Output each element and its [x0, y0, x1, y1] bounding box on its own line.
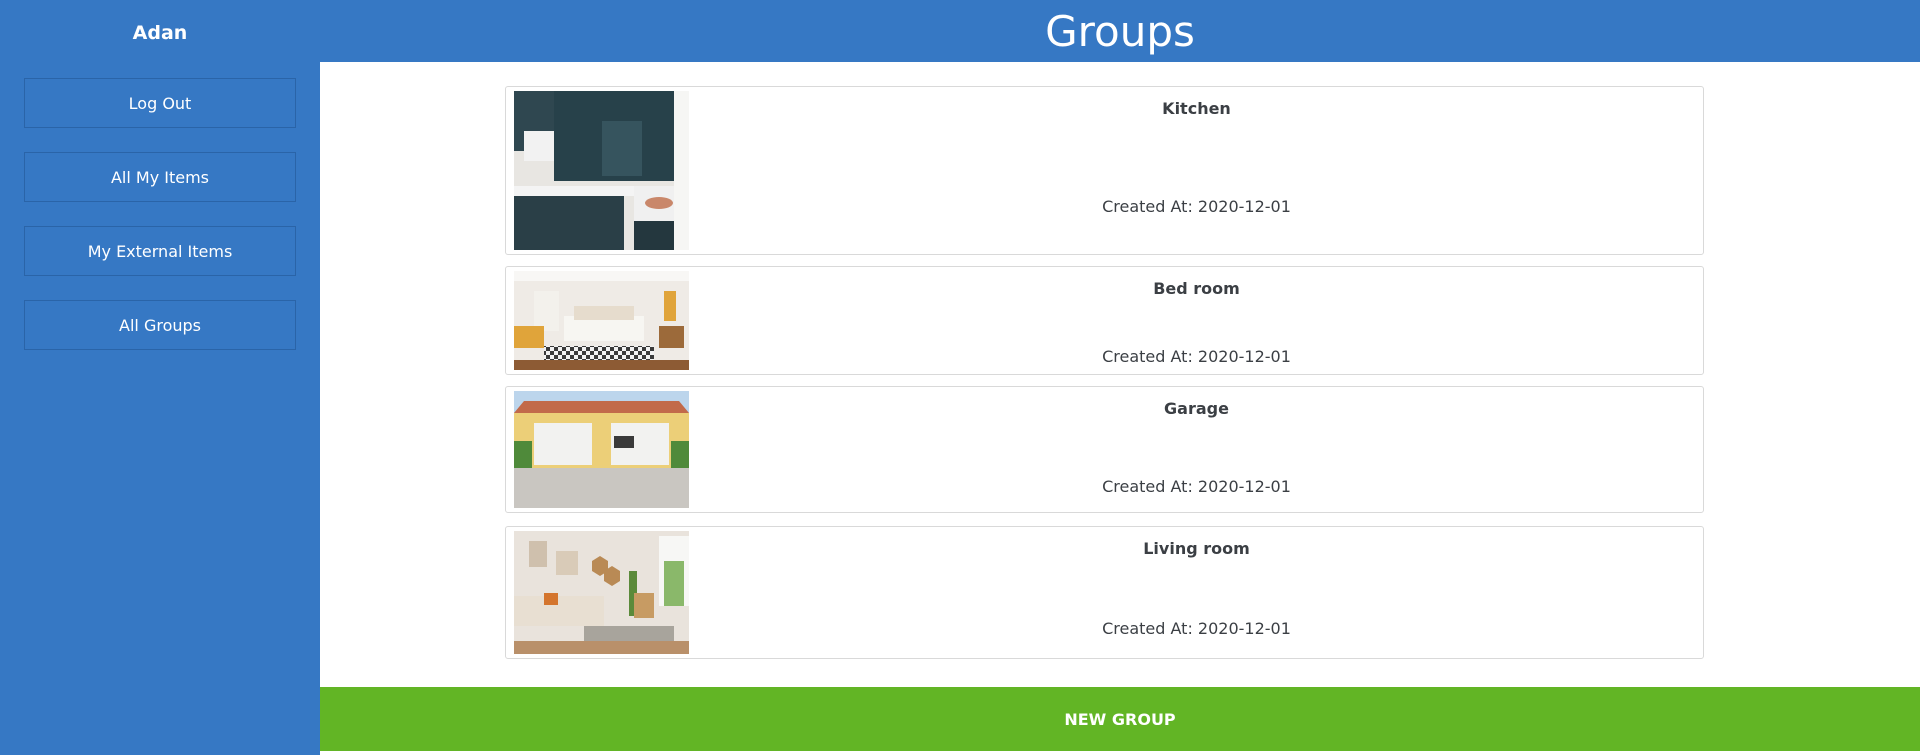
group-card-bed-room[interactable]: Bed room Created At: 2020-12-01	[505, 266, 1704, 375]
new-group-button[interactable]: NEW GROUP	[320, 687, 1920, 751]
bedroom-photo	[514, 271, 689, 370]
group-name: Living room	[1143, 539, 1250, 558]
group-card-living-room[interactable]: Living room Created At: 2020-12-01	[505, 526, 1704, 659]
all-my-items-button[interactable]: All My Items	[24, 152, 296, 202]
group-created-at: Created At: 2020-12-01	[1102, 197, 1291, 216]
group-created-at: Created At: 2020-12-01	[1102, 477, 1291, 496]
group-created-at: Created At: 2020-12-01	[1102, 347, 1291, 366]
living-room-photo	[514, 531, 689, 654]
all-groups-button[interactable]: All Groups	[24, 300, 296, 350]
group-card-garage[interactable]: Garage Created At: 2020-12-01	[505, 386, 1704, 513]
my-external-items-button[interactable]: My External Items	[24, 226, 296, 276]
group-name: Bed room	[1153, 279, 1240, 298]
user-name: Adan	[132, 22, 188, 44]
sidebar: Adan Log Out All My Items My External It…	[0, 0, 320, 755]
logout-button[interactable]: Log Out	[24, 78, 296, 128]
group-name: Kitchen	[1162, 99, 1231, 118]
page-header: Groups	[320, 0, 1920, 62]
kitchen-photo	[514, 91, 689, 250]
group-name: Garage	[1164, 399, 1229, 418]
group-card-kitchen[interactable]: Kitchen Created At: 2020-12-01	[505, 86, 1704, 255]
group-created-at: Created At: 2020-12-01	[1102, 619, 1291, 638]
garage-photo	[514, 391, 689, 508]
page-title: Groups	[1045, 6, 1195, 56]
